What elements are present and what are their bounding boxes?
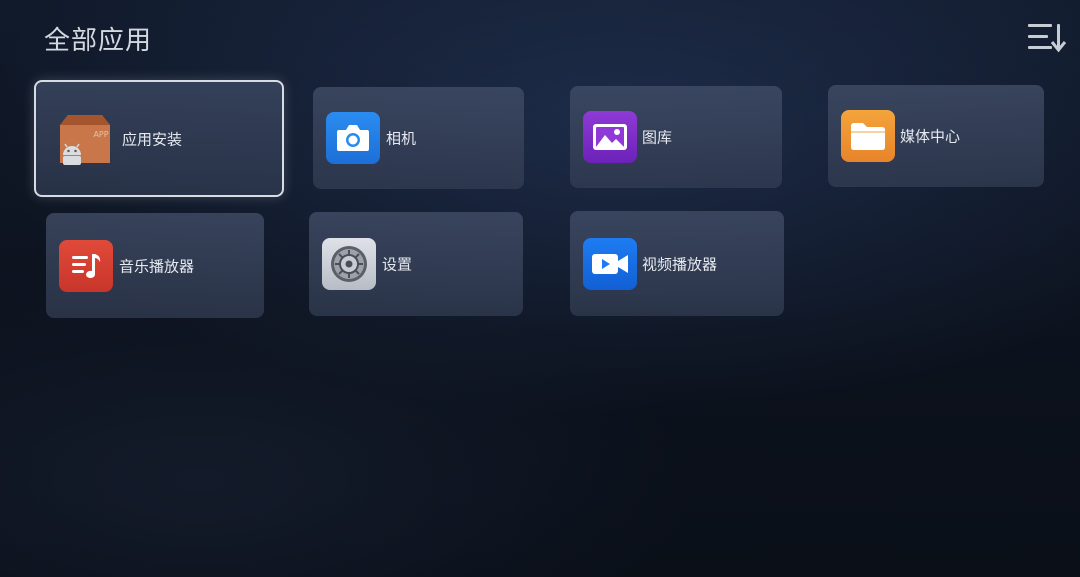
app-label: 图库 [642, 128, 673, 147]
app-tile-media-center[interactable]: 媒体中心 [828, 85, 1044, 187]
all-apps-screen: 全部应用 APP 应用安装 相机 图库 媒体中心 音乐播放器 设置 视频播放器 [0, 0, 1080, 577]
app-tile-app-install[interactable]: APP 应用安装 [34, 80, 284, 197]
music-player-icon [59, 239, 113, 292]
app-label: 视频播放器 [642, 255, 718, 273]
app-label: 相机 [386, 129, 417, 148]
app-label: 媒体中心 [900, 127, 961, 146]
app-tile-camera[interactable]: 相机 [313, 87, 524, 189]
app-label: 设置 [382, 255, 413, 274]
page-title: 全部应用 [44, 26, 153, 56]
app-tile-music-player[interactable]: 音乐播放器 [46, 213, 264, 318]
app-tile-gallery[interactable]: 图库 [570, 86, 782, 188]
settings-gear-icon [322, 238, 376, 290]
app-install-icon: APP [56, 111, 114, 167]
sort-menu-icon [1028, 24, 1067, 53]
video-player-icon [583, 237, 637, 290]
folder-icon [841, 110, 895, 162]
camera-icon [326, 112, 380, 164]
app-label: 应用安装 [122, 130, 183, 148]
app-tile-settings[interactable]: 设置 [309, 212, 523, 316]
sort-menu-button[interactable] [1026, 20, 1067, 54]
app-tile-video-player[interactable]: 视频播放器 [570, 211, 784, 316]
install-icon-text: APP [93, 130, 108, 139]
gallery-icon [583, 111, 637, 163]
app-label: 音乐播放器 [119, 257, 195, 275]
